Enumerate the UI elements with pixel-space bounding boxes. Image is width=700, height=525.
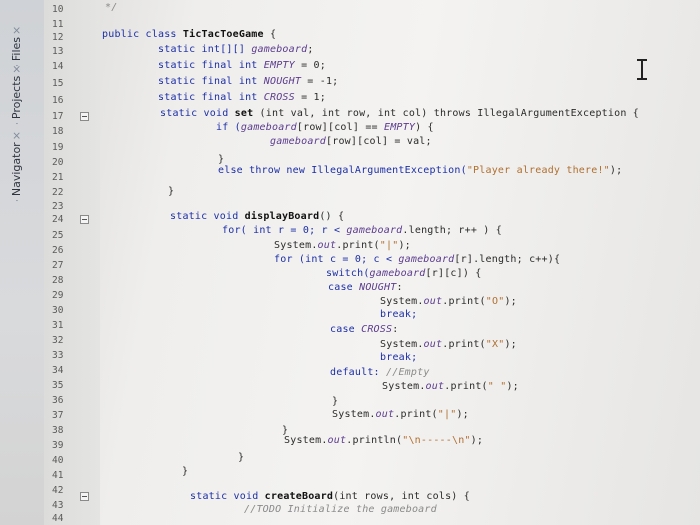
projects-icon: ·	[13, 122, 23, 125]
navigator-icon: ·	[13, 199, 23, 202]
code-line: }	[218, 154, 225, 165]
code-line: default: //Empty	[330, 367, 430, 378]
code-line: if (gameboard[row][col] == EMPTY) {	[216, 122, 434, 133]
code-line: }	[168, 186, 175, 197]
code-line: System.out.print(" ");	[382, 381, 519, 392]
line-number: 10	[52, 4, 64, 15]
line-number: 16	[52, 95, 64, 106]
code-line: static void displayBoard() {	[170, 211, 345, 222]
line-number: 26	[52, 245, 64, 256]
line-number: 18	[52, 126, 64, 137]
line-number: 19	[52, 142, 64, 153]
line-number: 34	[52, 365, 64, 376]
code-line: case CROSS:	[330, 324, 399, 335]
code-line: }	[238, 452, 245, 463]
line-number: 20	[52, 157, 64, 168]
line-number: 29	[52, 290, 64, 301]
line-number: 36	[52, 395, 64, 406]
code-line: System.out.print("|");	[274, 240, 411, 251]
code-line: System.out.print("O");	[380, 296, 517, 307]
code-line: for( int r = 0; r < gameboard.length; r+…	[222, 225, 502, 236]
line-number: 31	[52, 320, 64, 331]
code-line: else throw new IllegalArgumentException(…	[218, 165, 623, 176]
line-number: 28	[52, 275, 64, 286]
code-line: System.out.print("|");	[332, 409, 469, 420]
line-number: 39	[52, 440, 64, 451]
close-icon[interactable]: ×	[10, 26, 23, 35]
code-line: static void createBoard(int rows, int co…	[190, 491, 470, 502]
line-number: 25	[52, 230, 64, 241]
line-number: 37	[52, 410, 64, 421]
line-number: 42	[52, 485, 64, 496]
line-number: 24	[52, 214, 64, 225]
tab-projects-label: Projects	[10, 75, 23, 120]
code-line: System.out.println("\n-----\n");	[284, 435, 484, 446]
text-cursor-icon	[635, 58, 649, 80]
line-number: 30	[52, 305, 64, 316]
code-line: System.out.print("X");	[380, 339, 517, 350]
code-line: static final int EMPTY = 0;	[158, 60, 326, 71]
close-icon[interactable]: ×	[10, 131, 23, 140]
code-line: */	[105, 2, 118, 13]
code-line: public class TicTacToeGame {	[102, 29, 277, 40]
close-icon[interactable]: ×	[10, 65, 23, 74]
line-number: 23	[52, 201, 64, 212]
code-line: switch(gameboard[r][c]) {	[326, 268, 482, 279]
line-number: 27	[52, 260, 64, 271]
code-line: case NOUGHT:	[328, 282, 403, 293]
fold-toggle-icon[interactable]	[80, 215, 89, 224]
code-line: static void set (int val, int row, int c…	[160, 108, 639, 119]
line-number: 40	[52, 455, 64, 466]
code-line: break;	[380, 309, 418, 320]
line-number: 12	[52, 32, 64, 43]
line-number: 44	[52, 513, 64, 524]
line-number: 14	[52, 61, 64, 72]
line-number: 17	[52, 111, 64, 122]
code-line: for (int c = 0; c < gameboard[r].length;…	[274, 254, 561, 265]
code-line: //TODO Initialize the gameboard	[244, 504, 437, 515]
fold-toggle-icon[interactable]	[80, 112, 89, 121]
code-line: gameboard[row][col] = val;	[270, 136, 432, 147]
line-number-gutter: 10 11 12 13 14 15 16 17 18 19 20 21 22 2…	[44, 0, 100, 525]
line-number: 13	[52, 46, 64, 57]
line-number: 32	[52, 335, 64, 346]
line-number: 11	[52, 19, 64, 30]
line-number: 33	[52, 350, 64, 361]
code-line: static int[][] gameboard;	[158, 44, 314, 55]
tab-projects[interactable]: · Projects×	[10, 63, 23, 128]
code-line: }	[332, 396, 339, 407]
line-number: 22	[52, 187, 64, 198]
line-number: 21	[52, 172, 64, 183]
line-number: 41	[52, 470, 64, 481]
line-number: 43	[52, 500, 64, 511]
side-tab-bar: ·Files× ·Projects× ·Navigator×	[0, 0, 45, 525]
tab-navigator[interactable]: · Navigator ×	[10, 129, 23, 205]
code-line: static final int NOUGHT = -1;	[158, 76, 339, 87]
code-line: }	[182, 466, 189, 477]
ide-window: ·Files× ·Projects× ·Navigator× 10 11 12 …	[0, 0, 700, 525]
tab-navigator-label: Navigator	[10, 142, 23, 197]
code-line: break;	[380, 352, 418, 363]
line-number: 15	[52, 78, 64, 89]
line-number: 35	[52, 380, 64, 391]
fold-toggle-icon[interactable]	[80, 492, 89, 501]
line-number: 38	[52, 425, 64, 436]
tab-files-label: Files	[10, 36, 23, 62]
code-line: static final int CROSS = 1;	[158, 92, 326, 103]
